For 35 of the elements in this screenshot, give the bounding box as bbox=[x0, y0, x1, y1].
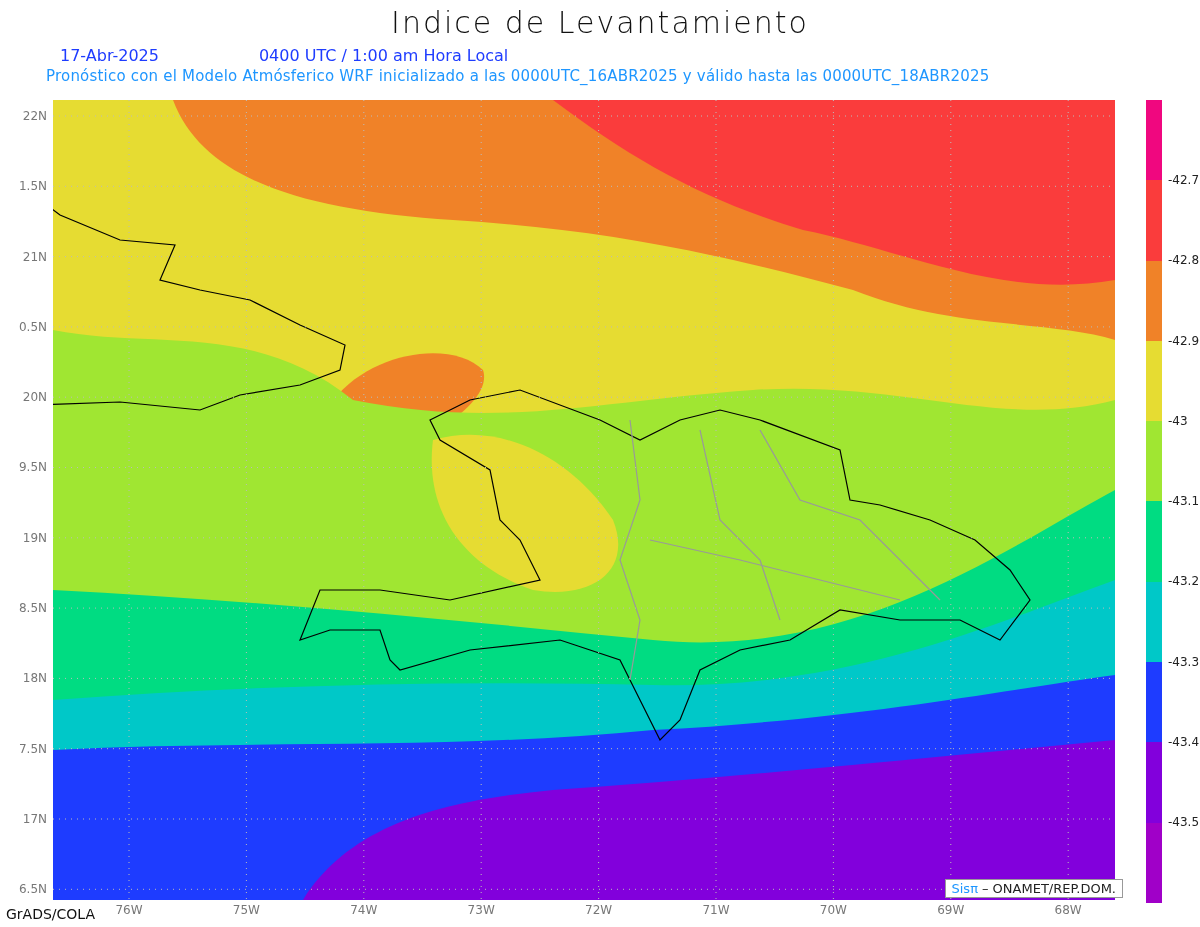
latitude-label: 20N bbox=[22, 390, 48, 405]
latitude-label: 17N bbox=[22, 811, 48, 826]
longitude-label: 70W bbox=[818, 903, 848, 917]
scale-label: -42.7 bbox=[1168, 173, 1200, 187]
scale-label: -43.3 bbox=[1168, 654, 1200, 669]
latitude-label: 19N bbox=[22, 530, 48, 545]
scale-label: -43.5 bbox=[1168, 815, 1200, 830]
forecast-time: 0400 UTC / 1:00 am Hora Local bbox=[258, 46, 509, 66]
latitude-label: 1.5N bbox=[18, 179, 48, 194]
longitude-label: 71W bbox=[701, 903, 731, 917]
scale-label: -42.8 bbox=[1168, 253, 1200, 268]
scale-label: -43 bbox=[1168, 413, 1189, 428]
latitude-label: 21N bbox=[22, 249, 48, 264]
latitude-label: 22N bbox=[22, 109, 48, 123]
scale-label: -43.1 bbox=[1168, 494, 1200, 509]
longitude-label: 75W bbox=[231, 903, 261, 917]
scale-label: -43.2 bbox=[1168, 574, 1200, 589]
longitude-label: 73W bbox=[466, 903, 496, 917]
longitude-label: 69W bbox=[936, 903, 966, 917]
logo-text: Sisπ bbox=[951, 881, 978, 896]
scale-label: -43.4 bbox=[1168, 735, 1200, 750]
credit-text: – ONAMET/REP.DOM. bbox=[981, 881, 1116, 896]
scale-label: -42.9 bbox=[1168, 333, 1200, 348]
forecast-date: 17-Abr-2025 bbox=[60, 46, 159, 66]
model-description: Pronóstico con el Modelo Atmósferico WRF inicializado a las 0000UTC_16ABR2025 y válido hasta las 0000UTC_18ABR2025 bbox=[45, 66, 991, 86]
latitude-label: 7.5N bbox=[18, 741, 48, 756]
latitude-label: 6.5N bbox=[18, 882, 48, 897]
latitude-label: 18N bbox=[22, 671, 48, 686]
latitude-label: 9.5N bbox=[18, 460, 48, 475]
longitude-label: 74W bbox=[349, 903, 379, 917]
chart-title: Indice de Levantamiento bbox=[390, 4, 810, 42]
longitude-label: 72W bbox=[584, 903, 614, 917]
latitude-label: 8.5N bbox=[18, 601, 48, 616]
latitude-label: 0.5N bbox=[18, 319, 48, 334]
longitude-label: 68W bbox=[1053, 903, 1083, 917]
